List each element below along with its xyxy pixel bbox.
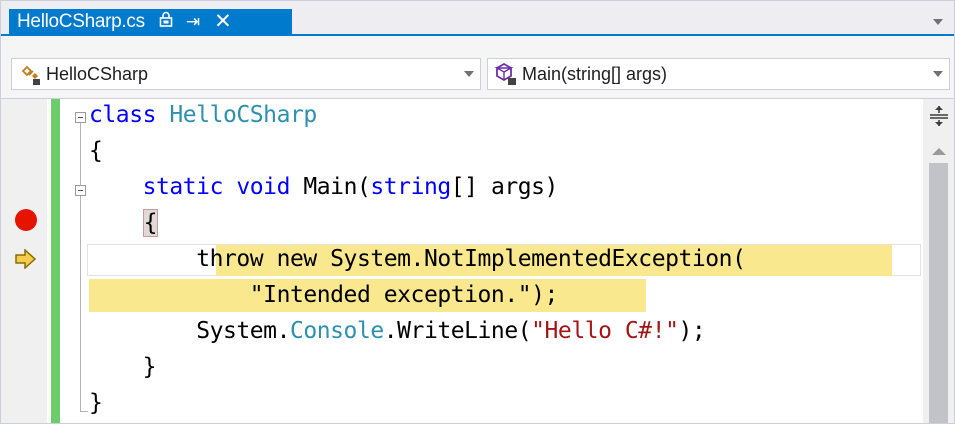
code-line-9: }: [89, 385, 103, 421]
method-call: .WriteLine(: [383, 318, 532, 344]
scroll-thumb[interactable]: [929, 163, 948, 423]
brace: }: [142, 354, 157, 380]
member-dropdown[interactable]: Main(string[] args): [487, 58, 950, 90]
code-line-1: class HelloCSharp: [89, 97, 317, 133]
method-icon: [494, 62, 516, 85]
pin-icon[interactable]: ⇥: [186, 12, 200, 32]
lock-icon: [159, 11, 173, 32]
brace: }: [89, 390, 103, 416]
tab-dropdown-icon[interactable]: [932, 13, 944, 31]
keyword: void: [236, 174, 290, 200]
tab-title: HelloCSharp.cs: [17, 10, 145, 32]
project-dropdown[interactable]: HelloCSharp: [11, 58, 481, 90]
keyword: string: [370, 174, 451, 200]
brace: {: [89, 138, 103, 164]
code-line-4: {: [89, 205, 158, 241]
type-name: HelloCSharp: [169, 102, 317, 128]
project-label: HelloCSharp: [46, 63, 149, 84]
chevron-down-icon: [464, 71, 474, 77]
code-line-5: throw new System.NotImplementedException…: [89, 241, 746, 277]
code-editor-window: HelloCSharp.cs ⇥ ✕ HelloCSharp Main(stri…: [0, 0, 955, 424]
collapse-toggle-method[interactable]: [75, 185, 86, 196]
matched-brace: {: [142, 209, 158, 237]
editor-area[interactable]: class HelloCSharp { static void Main(str…: [1, 99, 954, 423]
code-line-8: }: [89, 349, 157, 385]
outline-guide: [80, 121, 81, 411]
statement-end: );: [531, 282, 558, 308]
tab-hellocsharp[interactable]: HelloCSharp.cs ⇥ ✕: [9, 9, 292, 34]
keyword: static: [142, 174, 224, 200]
collapse-toggle-class[interactable]: [75, 112, 86, 123]
throw-statement: throw new System.NotImplementedException…: [196, 246, 746, 272]
code-line-7: System.Console.WriteLine("Hello C#!");: [89, 313, 706, 349]
member-label: Main(string[] args): [522, 63, 668, 84]
code-line-6: "Intended exception.");: [89, 277, 559, 313]
navigation-bar: HelloCSharp Main(string[] args): [1, 36, 954, 99]
split-handle-icon[interactable]: [929, 105, 949, 132]
breakpoint-icon[interactable]: [15, 209, 37, 231]
outline-end-tick: [80, 411, 88, 412]
tab-strip: HelloCSharp.cs ⇥ ✕: [1, 1, 954, 34]
class-icon: [21, 65, 40, 85]
close-icon[interactable]: ✕: [214, 11, 232, 32]
chevron-down-icon: [933, 71, 943, 77]
statement-end: );: [678, 318, 706, 344]
namespace: System.: [196, 318, 290, 344]
current-statement-arrow-icon: [15, 248, 37, 274]
code-line-2: {: [89, 133, 103, 169]
scroll-up-arrow-icon[interactable]: [932, 143, 946, 161]
change-tracking-bar: [51, 99, 60, 423]
type-name: Console: [289, 318, 384, 344]
string-literal: "Hello C#!": [531, 318, 679, 344]
vertical-scrollbar[interactable]: [923, 99, 954, 423]
string-literal: "Intended exception.": [249, 282, 532, 308]
code-line-3: static void Main(string[] args): [89, 169, 559, 205]
params: [] args): [450, 174, 559, 200]
method-name: Main(: [303, 174, 371, 200]
keyword: class: [89, 102, 156, 128]
